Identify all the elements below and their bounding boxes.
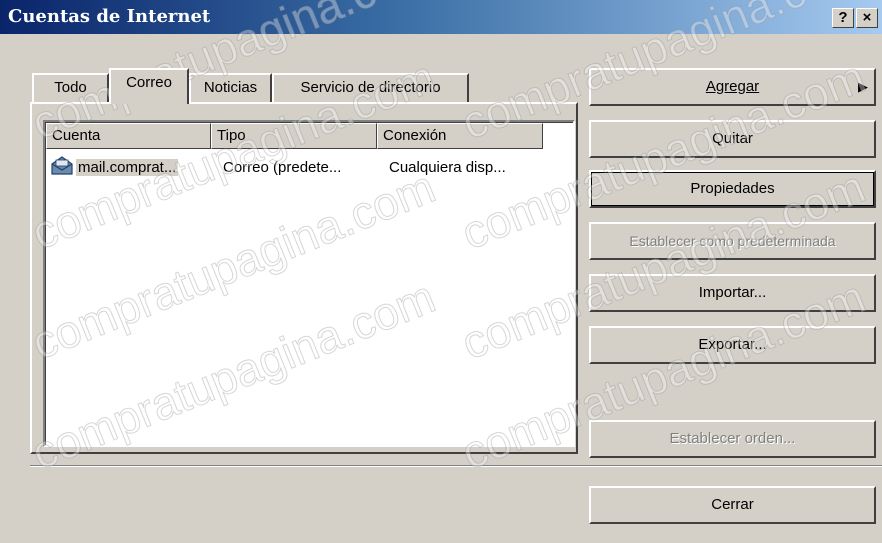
column-header-cuenta[interactable]: Cuenta [46, 123, 211, 149]
cell-cuenta: mail.comprat... [76, 159, 179, 176]
exportar-button[interactable]: Exportar... [589, 326, 876, 364]
cell-tipo: Correo (predete... [223, 159, 342, 176]
agregar-label: Agregar [705, 78, 760, 95]
propiedades-button[interactable]: Propiedades [589, 170, 876, 208]
mail-account-icon [51, 156, 73, 175]
close-button[interactable]: × [856, 8, 878, 28]
submenu-arrow-icon: ▶ [858, 79, 868, 94]
separator-line [30, 465, 882, 467]
title-bar: Cuentas de Internet ? × [0, 0, 882, 34]
establecer-predeterminada-button[interactable]: Establecer como predeterminada [589, 222, 876, 260]
establecer-orden-button[interactable]: Establecer orden... [589, 420, 876, 458]
accounts-list[interactable]: Cuenta Tipo Conexión mail.comprat... Cor… [43, 120, 575, 447]
column-header-tipo[interactable]: Tipo [211, 123, 377, 149]
tab-correo[interactable]: Correo [109, 68, 189, 104]
quitar-button[interactable]: Quitar [589, 120, 876, 158]
agregar-button[interactable]: Agregar ▶ [589, 68, 876, 106]
tab-servicio-directorio[interactable]: Servicio de directorio [272, 73, 469, 102]
cell-conexion: Cualquiera disp... [389, 159, 506, 176]
importar-button[interactable]: Importar... [589, 274, 876, 312]
tab-todo[interactable]: Todo [32, 73, 109, 102]
window-title: Cuentas de Internet [8, 6, 211, 27]
cerrar-button[interactable]: Cerrar [589, 486, 876, 524]
column-header-conexion[interactable]: Conexión [377, 123, 543, 149]
tab-noticias[interactable]: Noticias [189, 73, 272, 102]
help-button[interactable]: ? [832, 8, 854, 28]
